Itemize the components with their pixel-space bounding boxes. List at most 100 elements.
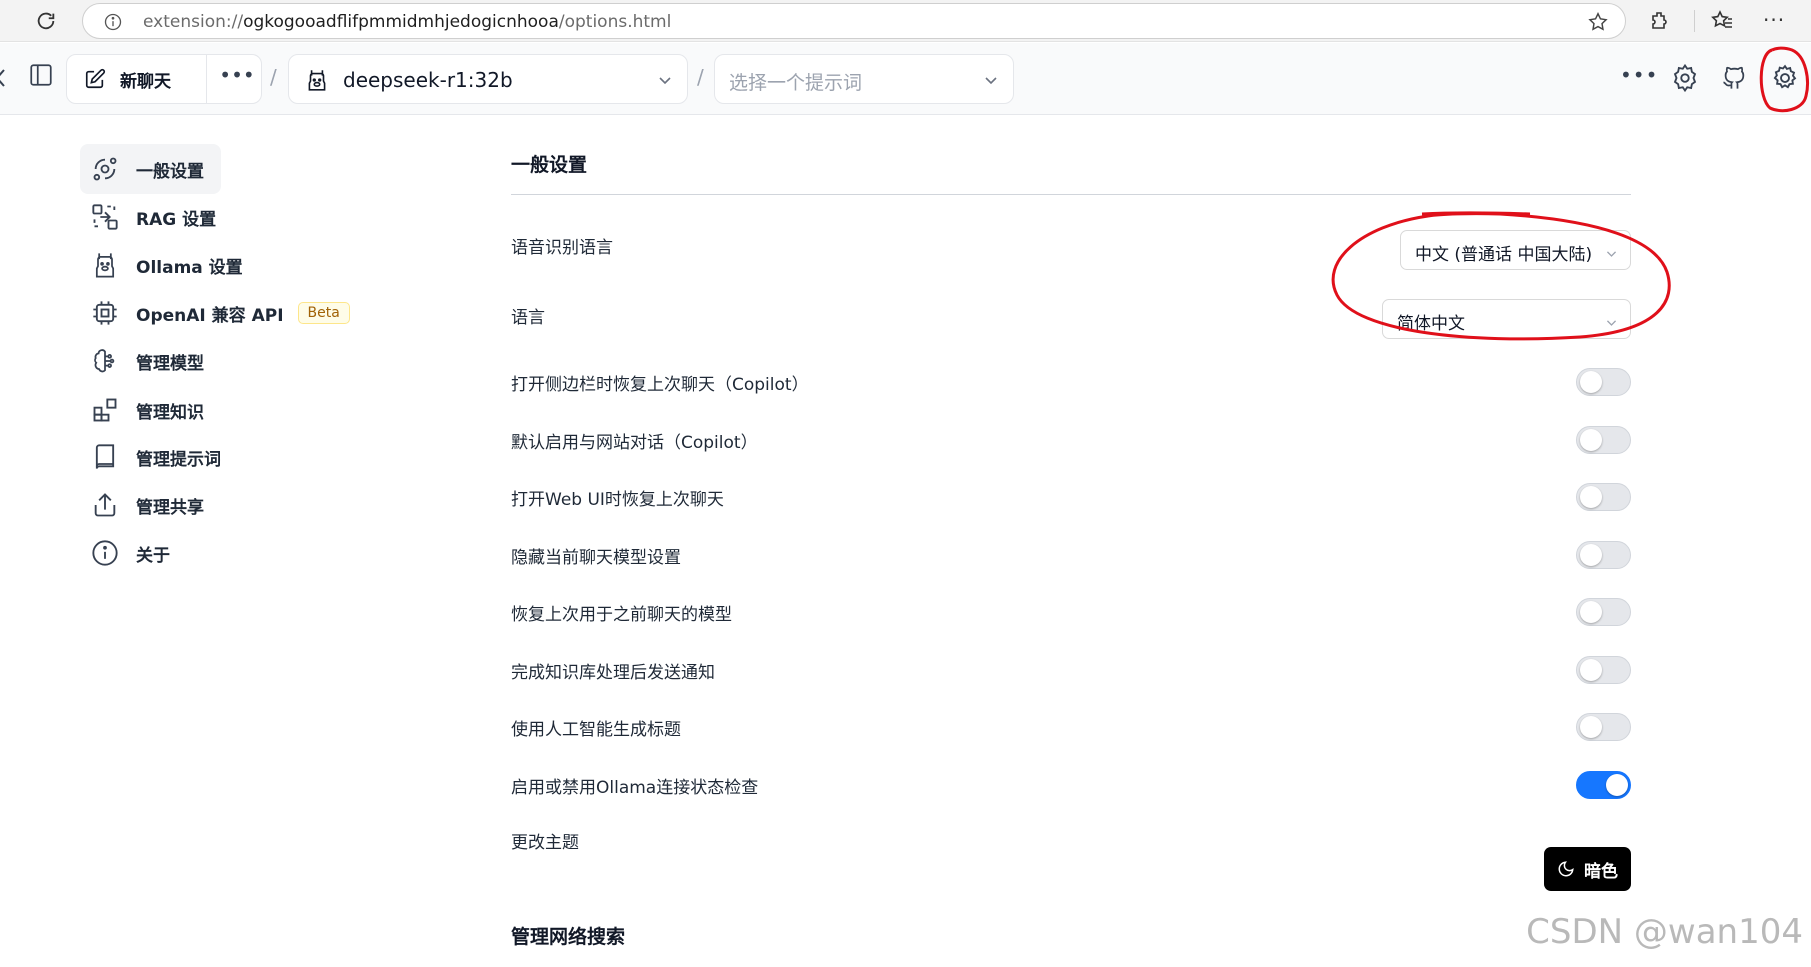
new-chat-group: 新聊天 ••• <box>66 54 262 104</box>
sidebar-item-label: 管理共享 <box>136 497 204 518</box>
language-value: 简体中文 <box>1397 314 1465 334</box>
brain-icon <box>90 346 120 376</box>
toggle-knob <box>1580 659 1602 681</box>
favorites-icon[interactable] <box>1710 9 1734 37</box>
llama-icon <box>304 67 330 97</box>
ollama-status-check-toggle[interactable] <box>1576 771 1631 799</box>
breadcrumb-separator: / <box>697 65 704 89</box>
ai-title-toggle[interactable] <box>1576 713 1631 741</box>
reload-icon[interactable] <box>30 6 62 36</box>
sidebar-item-label: 管理模型 <box>136 353 204 374</box>
toggle-knob <box>1606 774 1628 796</box>
browser-menu-icon[interactable]: ··· <box>1763 8 1785 32</box>
edit-icon <box>85 68 106 89</box>
toggle-label: 启用或禁用Ollama连接状态检查 <box>511 778 759 798</box>
toggle-row: 打开侧边栏时恢复上次聊天（Copilot） <box>511 362 1631 402</box>
sidebar-item-label: 关于 <box>136 545 170 566</box>
sidebar-item-prompts[interactable]: 管理提示词 <box>80 432 440 482</box>
toggle-label: 打开侧边栏时恢复上次聊天（Copilot） <box>511 375 809 395</box>
prompt-placeholder: 选择一个提示词 <box>729 72 863 94</box>
breadcrumb-separator: / <box>270 65 277 89</box>
info-icon <box>90 538 120 568</box>
dark-theme-button[interactable]: 暗色 <box>1544 847 1631 891</box>
gear-icon[interactable] <box>1670 63 1700 97</box>
language-label: 语言 <box>511 308 545 328</box>
sidebar-item-models[interactable]: 管理模型 <box>80 336 440 386</box>
blocks-icon <box>90 395 120 425</box>
sidebar-item-openai[interactable]: OpenAI 兼容 API Beta <box>80 288 440 338</box>
chat-with-website-toggle[interactable] <box>1576 426 1631 454</box>
moon-icon <box>1558 861 1574 877</box>
sidebar-item-about[interactable]: 关于 <box>80 528 440 578</box>
toggle-row: 使用人工智能生成标题 <box>511 707 1631 747</box>
bookmark-star-icon[interactable] <box>1587 11 1609 37</box>
speech-language-select[interactable]: 中文 (普通话 中国大陆) <box>1400 230 1631 270</box>
toggle-row: 打开Web UI时恢复上次聊天 <box>511 477 1631 517</box>
sidebar-item-knowledge[interactable]: 管理知识 <box>80 385 440 435</box>
toggle-knob <box>1580 716 1602 738</box>
url-text: extension://ogkogooadflifpmmidmhjedogicn… <box>143 12 672 32</box>
sidebar-item-share[interactable]: 管理共享 <box>80 480 440 530</box>
restore-last-model-toggle[interactable] <box>1576 598 1631 626</box>
share-icon <box>90 490 120 520</box>
combine-icon <box>90 202 120 232</box>
toggle-knob <box>1580 544 1602 566</box>
prompt-select[interactable]: 选择一个提示词 <box>714 54 1014 104</box>
toggle-knob <box>1580 429 1602 451</box>
sidebar-item-rag[interactable]: RAG 设置 <box>80 192 440 242</box>
sidebar-item-label: OpenAI 兼容 API <box>136 305 284 326</box>
sidebar-item-label: 管理提示词 <box>136 449 221 470</box>
new-chat-label: 新聊天 <box>120 71 171 92</box>
sidebar-item-general[interactable]: 一般设置 <box>80 144 221 194</box>
orbit-icon <box>90 154 120 184</box>
chevron-down-icon <box>1605 245 1618 264</box>
address-bar[interactable]: extension://ogkogooadflifpmmidmhjedogicn… <box>82 3 1626 39</box>
toggle-label: 隐藏当前聊天模型设置 <box>511 548 681 568</box>
model-select[interactable]: deepseek-r1:32b <box>288 54 688 104</box>
new-chat-button[interactable]: 新聊天 <box>67 55 207 103</box>
toggle-label: 默认启用与网站对话（Copilot） <box>511 433 758 453</box>
chat-more-button[interactable]: ••• <box>217 65 257 93</box>
chevron-down-icon <box>1605 314 1618 333</box>
theme-row: 更改主题 <box>511 820 1631 860</box>
github-icon[interactable] <box>1720 63 1748 95</box>
browser-toolbar: extension://ogkogooadflifpmmidmhjedogicn… <box>0 0 1811 42</box>
annotation-underline <box>1421 211 1531 216</box>
section-title: 管理网络搜索 <box>511 926 626 948</box>
hide-model-settings-toggle[interactable] <box>1576 541 1631 569</box>
sidebar-item-label: 一般设置 <box>136 161 204 182</box>
sidebar-item-label: Ollama 设置 <box>136 257 243 278</box>
speech-language-label: 语音识别语言 <box>511 238 613 258</box>
chevron-left-icon[interactable] <box>0 65 8 95</box>
section-divider <box>511 194 1631 195</box>
toolbar-divider <box>1694 10 1695 32</box>
chevron-down-icon <box>657 72 673 92</box>
llama-icon <box>90 250 120 280</box>
chip-icon <box>90 298 120 328</box>
site-info-icon[interactable] <box>103 12 123 36</box>
sidebar-item-ollama[interactable]: Ollama 设置 <box>80 240 440 290</box>
chevron-down-icon <box>983 72 999 92</box>
language-select[interactable]: 简体中文 <box>1382 299 1631 339</box>
toggle-row: 启用或禁用Ollama连接状态检查 <box>511 765 1631 805</box>
toggle-knob <box>1580 371 1602 393</box>
settings-gear-icon[interactable] <box>1770 63 1800 97</box>
toggle-label: 打开Web UI时恢复上次聊天 <box>511 490 724 510</box>
toggle-knob <box>1580 486 1602 508</box>
sidebar-item-label: 管理知识 <box>136 402 204 423</box>
toggle-knob <box>1580 601 1602 623</box>
restore-last-chat-copilot-toggle[interactable] <box>1576 368 1631 396</box>
sidebar-item-label: RAG 设置 <box>136 209 217 230</box>
restore-last-chat-webui-toggle[interactable] <box>1576 483 1631 511</box>
speech-language-value: 中文 (普通话 中国大陆) <box>1415 245 1593 265</box>
more-options-icon[interactable]: ••• <box>1620 63 1658 87</box>
sidebar-toggle-icon[interactable] <box>28 62 54 92</box>
knowledge-notification-toggle[interactable] <box>1576 656 1631 684</box>
toggle-label: 恢复上次用于之前聊天的模型 <box>511 605 732 625</box>
watermark: CSDN @wan104 <box>1526 912 1803 952</box>
speech-language-row: 语音识别语言 中文 (普通话 中国大陆) <box>511 225 1631 270</box>
extensions-icon[interactable] <box>1648 9 1672 37</box>
app-header: 新聊天 ••• / deepseek-r1:32b / 选择一个提示词 ••• <box>0 43 1811 115</box>
toggle-label: 完成知识库处理后发送通知 <box>511 663 715 683</box>
divider <box>206 55 207 103</box>
